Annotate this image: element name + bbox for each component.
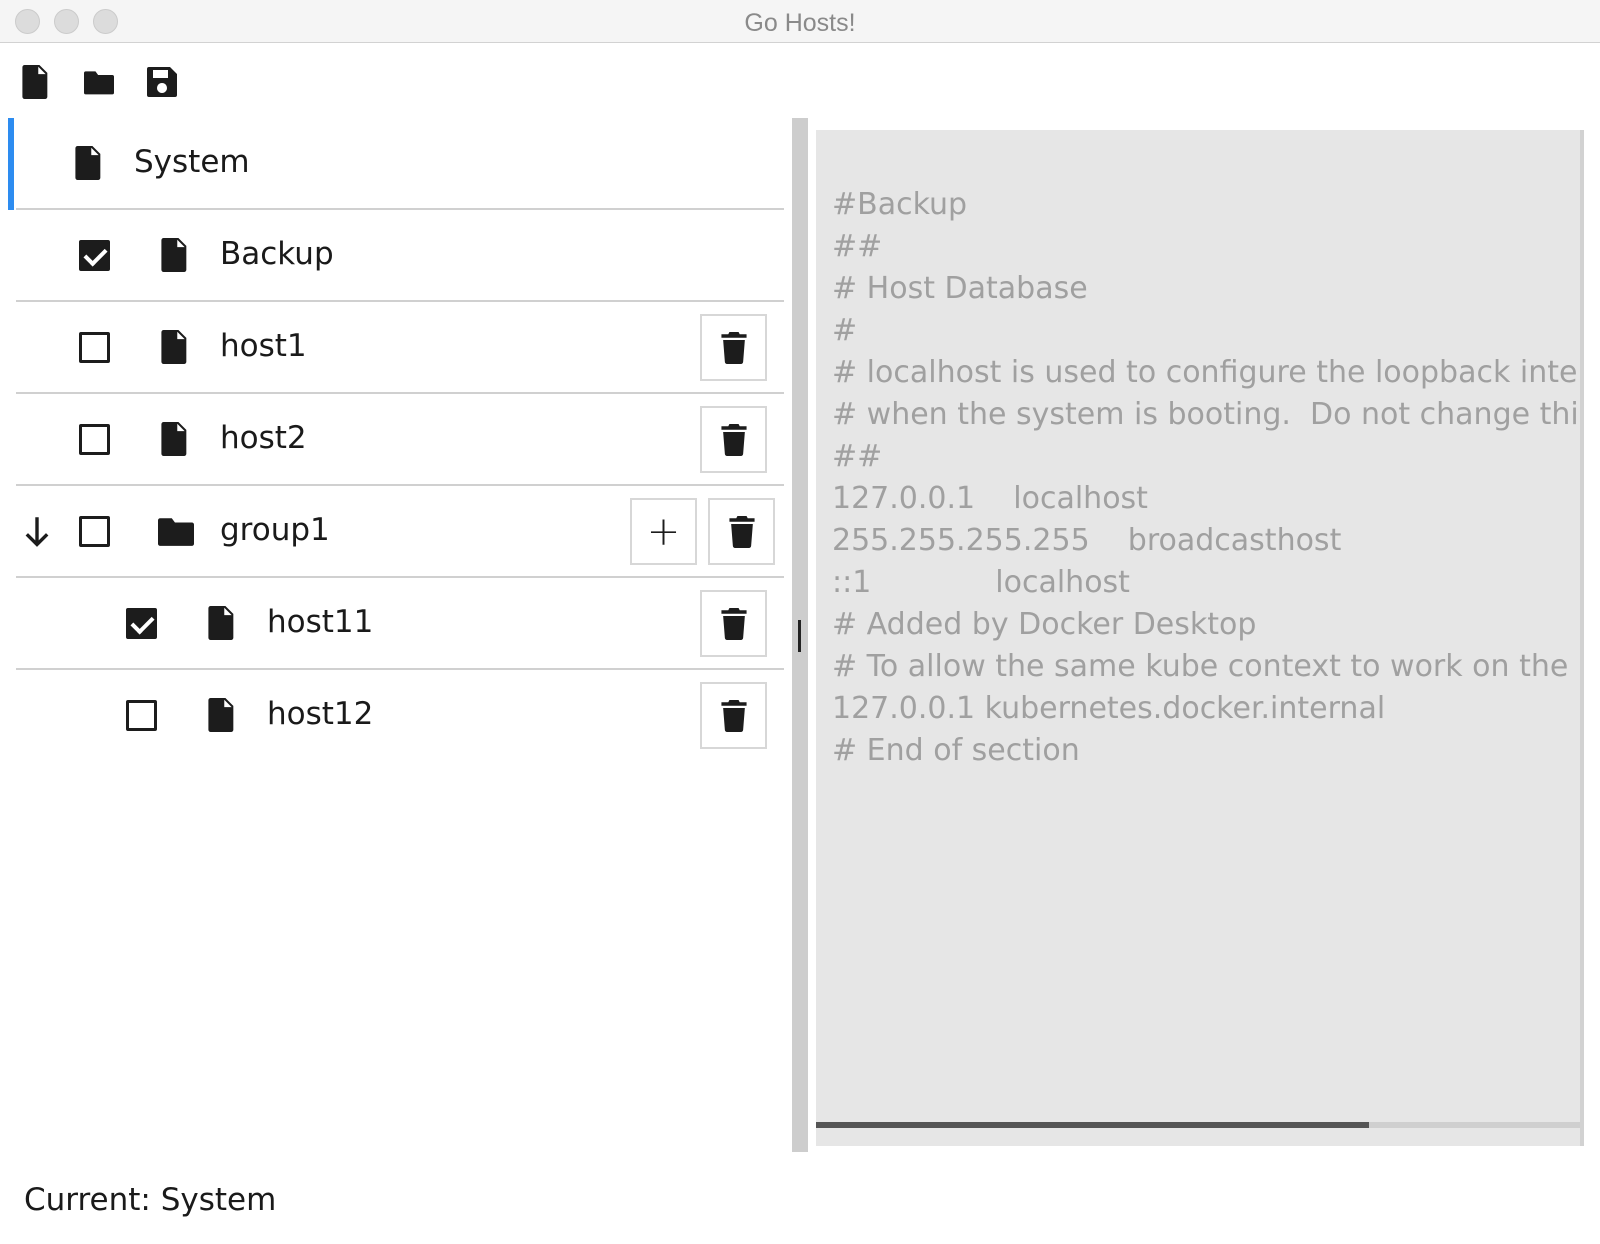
- tree-row-label: host12: [267, 696, 374, 732]
- delete-button[interactable]: [700, 406, 767, 473]
- tree-row-group1[interactable]: group1 +: [16, 486, 784, 578]
- delete-button[interactable]: [708, 498, 775, 565]
- tree-row-backup[interactable]: Backup: [16, 210, 784, 302]
- enable-checkbox[interactable]: [126, 608, 157, 639]
- file-icon: [160, 237, 190, 273]
- tree-row-host2[interactable]: host2: [16, 394, 784, 486]
- delete-button[interactable]: [700, 314, 767, 381]
- tree-row-host11[interactable]: host11: [16, 578, 784, 670]
- enable-checkbox[interactable]: [79, 424, 110, 455]
- delete-button[interactable]: [700, 590, 767, 657]
- tree-row-label: group1: [220, 512, 330, 548]
- tree-row-label: Backup: [220, 236, 334, 272]
- hosts-tree: System Backup host1 host2 group1 + host1…: [8, 118, 784, 1152]
- save-button[interactable]: [142, 62, 182, 102]
- file-icon: [207, 605, 237, 641]
- hosts-editor-content[interactable]: #Backup ## # Host Database # # localhost…: [832, 184, 1580, 772]
- new-file-button[interactable]: [16, 62, 56, 102]
- splitter-grip[interactable]: [798, 620, 801, 652]
- delete-button[interactable]: [700, 682, 767, 749]
- trash-icon: [728, 515, 755, 548]
- file-icon: [160, 421, 190, 457]
- enable-checkbox[interactable]: [79, 516, 110, 547]
- tree-row-host12[interactable]: host12: [16, 670, 784, 762]
- tree-row-label: host1: [220, 328, 307, 364]
- trash-icon: [720, 331, 747, 364]
- tree-row-system[interactable]: System: [8, 118, 784, 210]
- plus-icon: +: [646, 508, 681, 555]
- tree-row-label: host2: [220, 420, 307, 456]
- file-icon: [74, 145, 104, 181]
- title-bar: Go Hosts!: [0, 0, 1600, 43]
- enable-checkbox[interactable]: [126, 700, 157, 731]
- hosts-editor[interactable]: #Backup ## # Host Database # # localhost…: [816, 130, 1584, 1146]
- pane-splitter[interactable]: [792, 118, 808, 1152]
- trash-icon: [720, 699, 747, 732]
- status-current: Current: System: [24, 1182, 277, 1218]
- folder-icon: [84, 71, 114, 95]
- folder-icon: [158, 513, 194, 549]
- tree-row-host1[interactable]: host1: [16, 302, 784, 394]
- file-icon: [160, 329, 190, 365]
- enable-checkbox[interactable]: [79, 240, 110, 271]
- horizontal-scrollbar[interactable]: [816, 1122, 1580, 1128]
- enable-checkbox[interactable]: [79, 332, 110, 363]
- add-host-button[interactable]: +: [630, 498, 697, 565]
- save-icon: [147, 67, 177, 97]
- window-title: Go Hosts!: [744, 9, 856, 37]
- file-icon: [207, 697, 237, 733]
- open-folder-button[interactable]: [79, 62, 119, 102]
- tree-row-label: host11: [267, 604, 374, 640]
- collapse-arrow-down-icon[interactable]: [20, 512, 54, 552]
- horizontal-scrollbar-thumb[interactable]: [816, 1122, 1369, 1128]
- file-icon: [22, 65, 48, 99]
- trash-icon: [720, 423, 747, 456]
- tree-row-label: System: [134, 144, 250, 180]
- trash-icon: [720, 607, 747, 640]
